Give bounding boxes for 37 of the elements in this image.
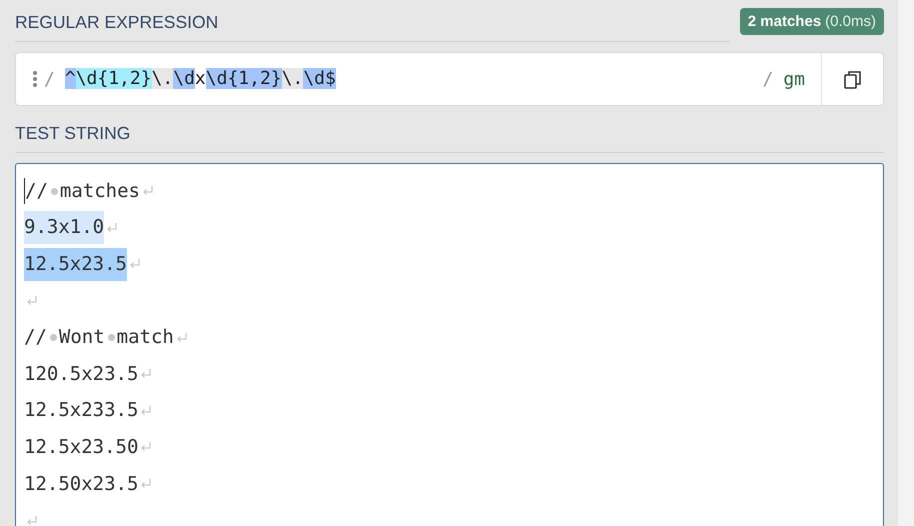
line-text: 12.5x23.50 bbox=[24, 434, 138, 460]
section-title: TEST STRING bbox=[15, 122, 132, 144]
section-title: REGULAR EXPRESSION bbox=[15, 11, 220, 33]
text-cursor bbox=[24, 178, 25, 204]
regex-delimiter: / bbox=[44, 68, 55, 90]
line-break-icon bbox=[142, 185, 154, 198]
regex-field[interactable]: / ^\d{1,2}\.\dx\d{1,2}\.\d$ / gm bbox=[15, 52, 884, 106]
line-text: 120.5x23.5 bbox=[24, 362, 138, 387]
line-break-icon bbox=[140, 404, 152, 417]
regex-delimiter: / bbox=[762, 68, 774, 90]
match-text: 9.3x1.0 bbox=[24, 211, 104, 244]
space-marker-icon bbox=[50, 188, 58, 195]
line-break-icon bbox=[176, 332, 188, 344]
regex-flags[interactable]: gm bbox=[783, 68, 805, 90]
match-time: (0.0ms) bbox=[825, 12, 876, 30]
line-text: Wont bbox=[58, 325, 105, 350]
line-break-icon bbox=[128, 258, 141, 270]
line-text: matches bbox=[60, 178, 140, 204]
match-text: 12.5x23.5 bbox=[24, 248, 127, 281]
regex-text: ^\d{1,2}\.\dx\d{1,2}\.\d$ bbox=[64, 67, 336, 91]
line-break-icon bbox=[26, 514, 38, 526]
line-text: 12.50x23.5 bbox=[24, 472, 138, 497]
line-text: // bbox=[25, 178, 48, 204]
line-break-icon bbox=[106, 222, 118, 234]
line-break-icon bbox=[140, 441, 152, 454]
line-text: 12.5x233.5 bbox=[24, 398, 138, 424]
drag-handle-icon[interactable] bbox=[32, 71, 38, 87]
space-marker-icon bbox=[50, 334, 57, 342]
space-marker-icon bbox=[108, 334, 115, 342]
match-count: 2 matches bbox=[748, 12, 822, 30]
line-break-icon bbox=[26, 295, 38, 308]
line-break-icon bbox=[140, 368, 152, 380]
test-string-editor[interactable]: // matches 9.3x1.0 12.5x23.5 // Wont match 120.5x23.5 12.5x233.5 12.5x23.50 12.50x23.5 bbox=[15, 163, 884, 526]
line-break-icon bbox=[140, 478, 152, 490]
line-text: match bbox=[116, 325, 174, 350]
copy-icon bbox=[844, 70, 862, 88]
line-text: // bbox=[24, 325, 47, 350]
